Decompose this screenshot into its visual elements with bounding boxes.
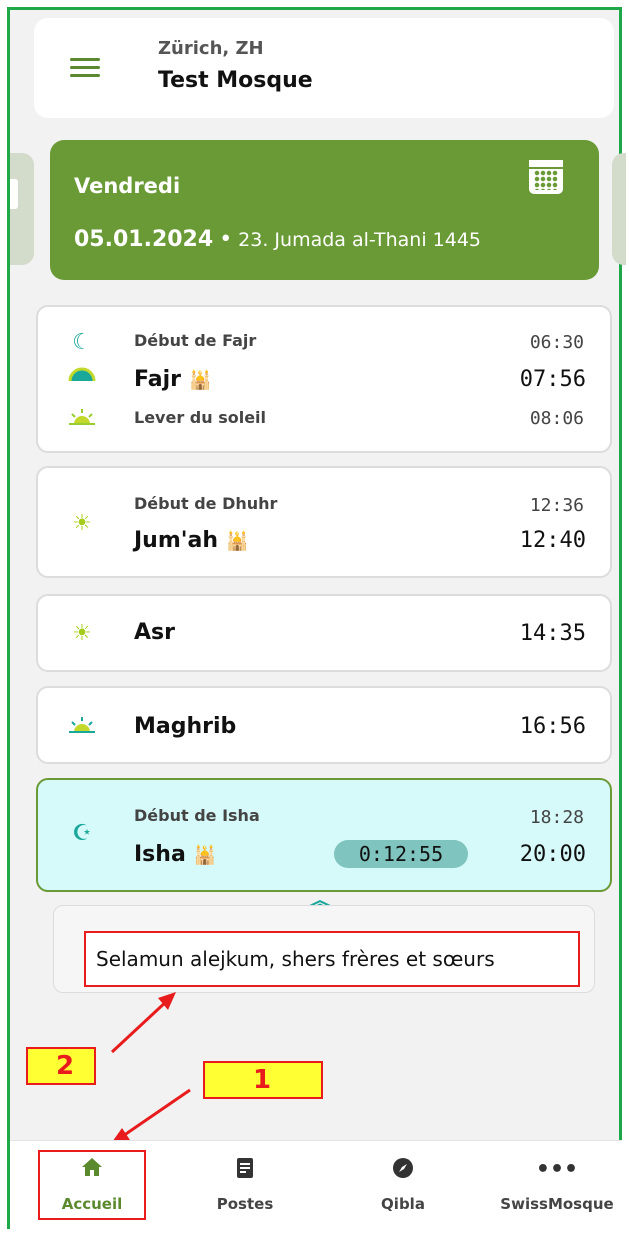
annotation-badge-1: 1 (203, 1061, 323, 1099)
nav-item-postes[interactable]: Postes (185, 1141, 305, 1221)
compass-icon (343, 1157, 463, 1185)
nav-item-qibla[interactable]: Qibla (343, 1141, 463, 1221)
nav-label-swissmosque: SwissMosque (500, 1195, 614, 1213)
nav-label-postes: Postes (216, 1195, 274, 1213)
annotation-highlight-box (38, 1150, 146, 1220)
document-icon (185, 1157, 305, 1185)
nav-label-qibla: Qibla (381, 1195, 425, 1213)
nav-item-swissmosque[interactable]: ••• SwissMosque (497, 1141, 617, 1221)
more-icon: ••• (535, 1157, 579, 1182)
annotation-badge-2: 2 (26, 1047, 96, 1085)
